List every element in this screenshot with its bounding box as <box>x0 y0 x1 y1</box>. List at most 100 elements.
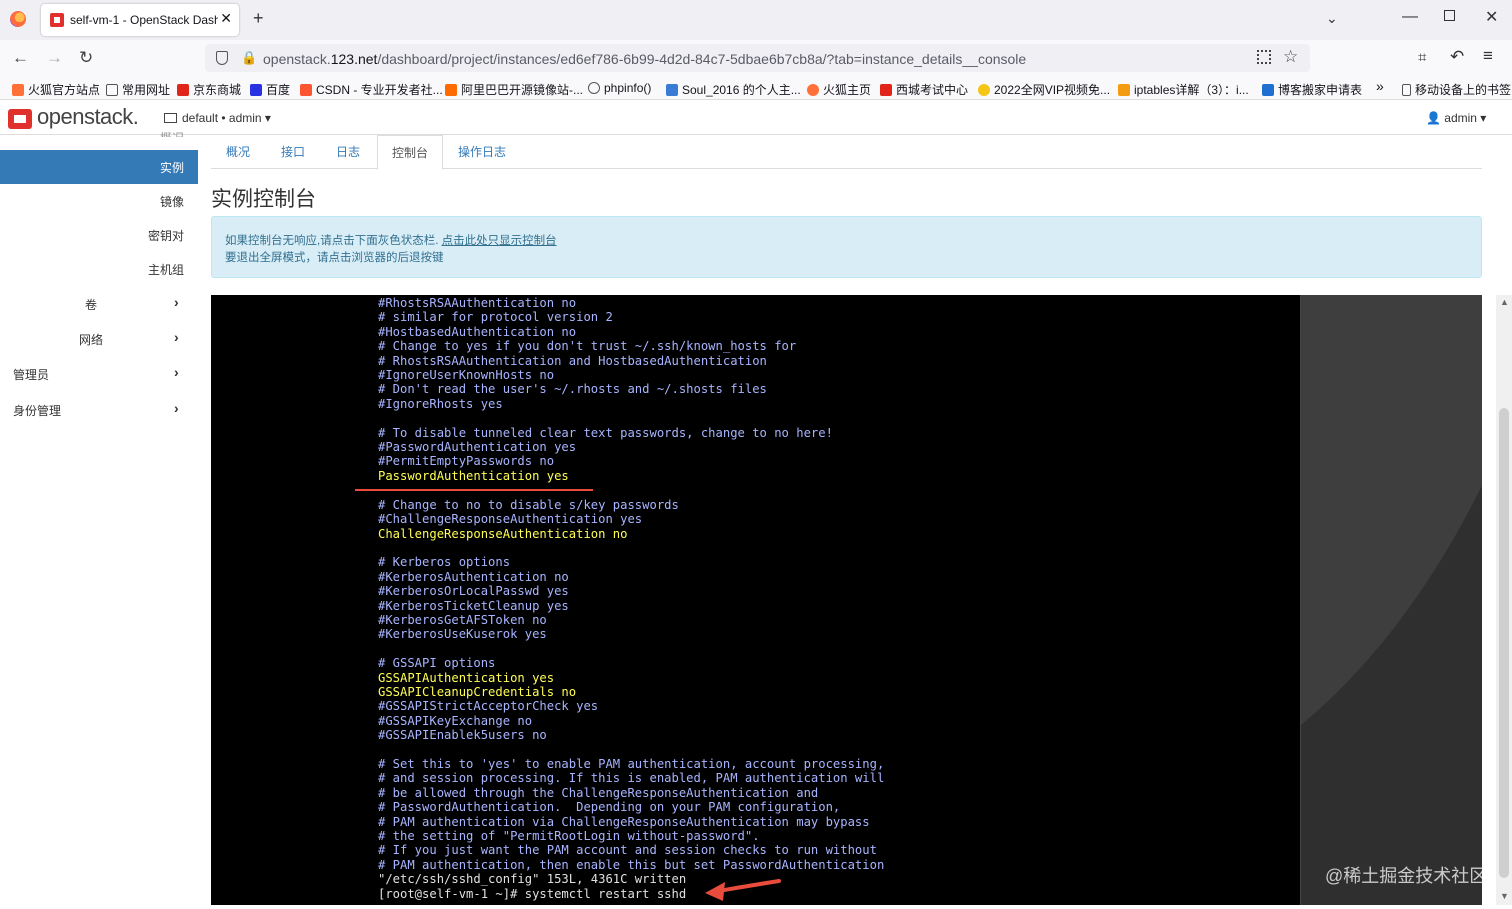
sidebar-item-volumes[interactable]: 卷 › <box>0 287 198 321</box>
terminal-line: # PAM authentication via ChallengeRespon… <box>378 814 870 829</box>
menu-icon[interactable]: ≡ <box>1483 46 1493 66</box>
bookmark-item[interactable]: Soul_2016 的个人主... <box>666 81 801 98</box>
browser-tab[interactable]: self-vm-1 - OpenStack Dashb ✕ <box>41 4 239 36</box>
bookmark-item[interactable]: iptables详解（3）：i... <box>1118 81 1249 98</box>
terminal-line: #KerberosGetAFSToken no <box>378 612 547 627</box>
restore-icon[interactable] <box>1444 10 1455 21</box>
terminal-line: #GSSAPIKeyExchange no <box>378 713 533 728</box>
chevron-right-icon: › <box>174 364 179 380</box>
tab-action-log[interactable]: 操作日志 <box>458 143 506 160</box>
shield-icon[interactable] <box>216 51 228 65</box>
back-icon[interactable]: ← <box>12 48 29 68</box>
bookmarks-overflow-icon[interactable]: » <box>1376 78 1384 94</box>
terminal-line: #IgnoreRhosts yes <box>378 396 503 411</box>
bookmark-item[interactable]: CSDN - 专业开发者社... <box>300 81 443 98</box>
sidebar-item-admin[interactable]: 管理员 › <box>0 357 198 391</box>
info-alert: 如果控制台无响应,请点击下面灰色状态栏. 点击此处只显示控制台 要退出全屏模式，… <box>211 216 1482 278</box>
bookmark-folder[interactable]: 常用网址 <box>106 81 170 98</box>
bookmark-item[interactable]: 火狐官方站点 <box>12 81 100 98</box>
info-line-1: 如果控制台无响应,请点击下面灰色状态栏. 点击此处只显示控制台 <box>225 235 557 247</box>
bookmark-item[interactable]: 百度 <box>250 81 290 98</box>
console-background-shape <box>1301 295 1482 905</box>
terminal-line: # To disable tunneled clear text passwor… <box>378 425 833 440</box>
openstack-logo-icon[interactable] <box>8 109 32 129</box>
url-bar[interactable]: 🔒 openstack.123.net/dashboard/project/in… <box>205 44 1310 72</box>
mobile-bookmarks[interactable]: 移动设备上的书签 <box>1402 81 1511 98</box>
sidebar-item-label: 密钥对 <box>148 229 185 243</box>
url-text[interactable]: openstack.123.net/dashboard/project/inst… <box>263 51 1026 67</box>
bookmark-item[interactable]: 火狐主页 <box>807 81 871 98</box>
bookmark-item[interactable]: 2022全网VIP视频免... <box>978 81 1110 98</box>
terminal-line: # GSSAPI options <box>378 656 496 671</box>
terminal-line: # RhostsRSAAuthentication and HostbasedA… <box>378 353 767 368</box>
terminal-line: "/etc/ssh/sshd_config" 153L, 4361C writt… <box>378 872 687 887</box>
console-only-link[interactable]: 点击此处只显示控制台 <box>442 235 557 247</box>
firefox-icon[interactable] <box>10 11 26 27</box>
tab-overview[interactable]: 概况 <box>226 143 250 160</box>
bookmark-item[interactable]: phpinfo() <box>588 81 651 95</box>
chevron-right-icon: › <box>174 294 179 310</box>
sidebar-item-instances[interactable]: 实例 <box>0 150 198 184</box>
scrollbar-thumb[interactable] <box>1499 408 1509 878</box>
watermark: @稀土掘金技术社区 <box>1325 866 1488 886</box>
bookmark-star-icon[interactable]: ☆ <box>1283 47 1298 67</box>
sidebar-item-label: 实例 <box>160 161 185 175</box>
terminal-screen[interactable]: #RhostsRSAAuthentication no # similar for… <box>211 295 1300 905</box>
terminal-line: GSSAPIAuthentication yes <box>378 670 555 685</box>
close-tab-icon[interactable]: ✕ <box>220 10 232 27</box>
sidebar-item-images[interactable]: 镜像 <box>0 184 198 218</box>
terminal-line: GSSAPICleanupCredentials no <box>378 684 577 699</box>
lock-icon[interactable]: 🔒 <box>241 50 257 66</box>
sidebar-item-identity[interactable]: 身份管理 › <box>0 393 198 427</box>
sidebar-item-label: 管理员 <box>13 368 50 382</box>
undo-icon[interactable]: ↶ <box>1450 47 1464 67</box>
terminal-line: # If you just want the PAM account and s… <box>378 843 877 858</box>
terminal-line: # Change to yes if you don't trust ~/.ss… <box>378 339 797 354</box>
sidebar-item-overview[interactable]: 概况 <box>160 129 184 137</box>
terminal-line: #GSSAPIEnablek5users no <box>378 728 547 743</box>
scroll-down-icon[interactable]: ▼ <box>1500 891 1509 901</box>
tab-log[interactable]: 日志 <box>336 143 360 160</box>
terminal-line: #ChallengeResponseAuthentication yes <box>378 512 643 527</box>
project-switcher[interactable]: default • admin ▾ <box>164 111 271 125</box>
qr-code-icon[interactable] <box>1257 50 1271 64</box>
tab-title: self-vm-1 - OpenStack Dashb <box>70 13 218 27</box>
terminal-line: # the setting of "PermitRootLogin withou… <box>378 829 760 844</box>
reload-icon[interactable]: ↻ <box>79 48 93 68</box>
sidebar-item-network[interactable]: 网络 › <box>0 322 198 356</box>
browser-tab-bar: self-vm-1 - OpenStack Dashb ✕ + ⌄ — ✕ <box>0 0 1512 40</box>
scroll-up-icon[interactable]: ▲ <box>1500 297 1509 307</box>
bookmark-item[interactable]: 博客搬家申请表 <box>1262 81 1362 98</box>
bookmark-item[interactable]: 阿里巴巴开源镜像站-... <box>445 81 583 98</box>
sidebar-item-server-groups[interactable]: 主机组 <box>0 252 198 286</box>
new-tab-icon[interactable]: + <box>253 8 264 29</box>
info-line-2: 要退出全屏模式，请点击浏览器的后退按键 <box>225 252 444 264</box>
terminal-line: #PermitEmptyPasswords no <box>378 454 555 469</box>
close-window-icon[interactable]: ✕ <box>1485 7 1498 27</box>
vnc-console[interactable]: #RhostsRSAAuthentication no # similar for… <box>211 295 1482 905</box>
chevron-down-icon[interactable]: ⌄ <box>1326 10 1338 27</box>
chevron-right-icon: › <box>174 329 179 345</box>
sidebar-item-label: 身份管理 <box>13 404 62 418</box>
forward-icon[interactable]: → <box>46 48 63 68</box>
bookmark-item[interactable]: 京东商城 <box>177 81 241 98</box>
screenshot-icon[interactable]: ⌗ <box>1418 49 1426 66</box>
minimize-icon[interactable]: — <box>1402 8 1418 26</box>
sidebar-item-label: 主机组 <box>148 263 185 277</box>
instance-tabs: 概况 接口 日志 控制台 操作日志 <box>211 135 1482 170</box>
terminal-line: #IgnoreUserKnownHosts no <box>378 368 555 383</box>
terminal-line: # PasswordAuthentication. Depending on y… <box>378 800 841 815</box>
user-menu[interactable]: 👤 admin ▾ <box>1426 111 1486 125</box>
sidebar-item-label: 网络 <box>79 333 104 347</box>
tab-console[interactable]: 控制台 <box>377 135 444 170</box>
openstack-logo[interactable]: openstack. <box>37 104 139 130</box>
tab-interfaces[interactable]: 接口 <box>281 143 305 160</box>
annotation-underline <box>355 489 593 491</box>
terminal-line: #KerberosTicketCleanup yes <box>378 598 569 613</box>
console-scrollbar[interactable]: ▲ ▼ <box>1496 295 1512 905</box>
bookmark-item[interactable]: 西城考试中心 <box>880 81 968 98</box>
sidebar-item-keypairs[interactable]: 密钥对 <box>0 218 198 252</box>
